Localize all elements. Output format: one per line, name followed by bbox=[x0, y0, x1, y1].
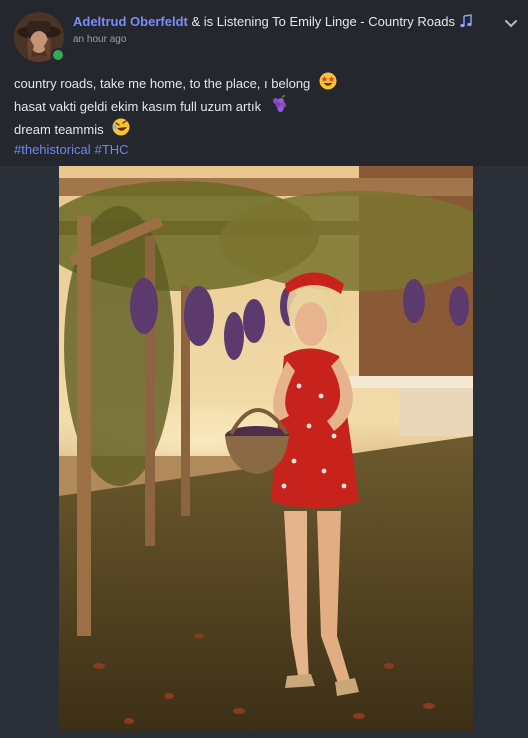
hashtag-link[interactable]: #thehistorical bbox=[14, 142, 91, 157]
post-timestamp: an hour ago bbox=[73, 34, 127, 45]
rolling-laughing-emoji-icon bbox=[112, 118, 130, 143]
grapes-emoji-icon bbox=[270, 94, 288, 120]
avatar[interactable] bbox=[14, 12, 65, 62]
post-line: dream teammis bbox=[14, 118, 514, 141]
post-line-text: dream teammis bbox=[14, 121, 104, 137]
music-note-icon bbox=[459, 14, 473, 31]
post-line-text: country roads, take me home, to the plac… bbox=[14, 75, 311, 91]
hashtag-link[interactable]: #THC bbox=[95, 142, 129, 157]
star-struck-emoji-icon bbox=[319, 72, 337, 97]
post-media bbox=[0, 166, 528, 738]
online-status-dot bbox=[51, 48, 65, 62]
post-line: hasat vakti geldi ekim kasım full uzum a… bbox=[14, 94, 514, 120]
username-link[interactable]: Adeltrud Oberfeldt bbox=[73, 14, 188, 29]
post-title: Adeltrud Oberfeldt & is Listening To Emi… bbox=[73, 14, 473, 31]
post-line-text: hasat vakti geldi ekim kasım full uzum a… bbox=[14, 98, 262, 114]
post-line: country roads, take me home, to the plac… bbox=[14, 72, 514, 95]
post-body: country roads, take me home, to the plac… bbox=[14, 72, 514, 159]
post-photo[interactable] bbox=[59, 166, 473, 732]
chevron-down-icon[interactable] bbox=[502, 14, 520, 32]
post-header: Adeltrud Oberfeldt & is Listening To Emi… bbox=[0, 0, 528, 70]
hashtag-list: #thehistorical #THC bbox=[14, 141, 514, 159]
activity-text: & is Listening To Emily Linge - Country … bbox=[187, 14, 455, 29]
post-card: Adeltrud Oberfeldt & is Listening To Emi… bbox=[0, 0, 528, 738]
